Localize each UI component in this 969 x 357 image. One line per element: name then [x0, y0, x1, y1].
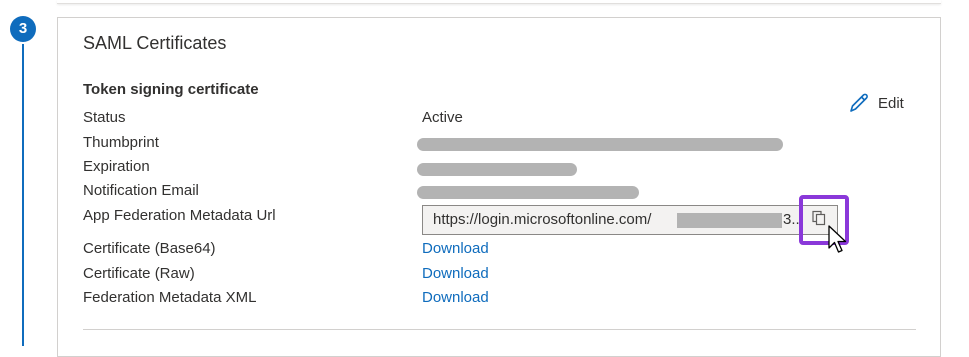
- pencil-icon: [848, 92, 870, 114]
- edit-label: Edit: [878, 94, 904, 112]
- federation-metadata-xml-label: Federation Metadata XML: [83, 289, 257, 306]
- previous-card-edge: [57, 0, 941, 4]
- metadata-url-redacted: [677, 213, 782, 228]
- metadata-url-label: App Federation Metadata Url: [83, 207, 276, 224]
- thumbprint-label: Thumbprint: [83, 134, 159, 151]
- expiration-value-redacted: [417, 163, 577, 176]
- certificate-base64-label: Certificate (Base64): [83, 240, 216, 257]
- card-title: SAML Certificates: [83, 33, 227, 53]
- section-divider: [83, 329, 916, 330]
- status-value: Active: [422, 109, 463, 126]
- expiration-label: Expiration: [83, 158, 150, 175]
- thumbprint-value-redacted: [417, 138, 783, 151]
- section-heading: Token signing certificate: [83, 81, 259, 98]
- certificate-raw-label: Certificate (Raw): [83, 265, 195, 282]
- metadata-url-text: https://login.microsoftonline.com/: [433, 211, 652, 228]
- edit-button[interactable]: Edit: [848, 91, 904, 115]
- notification-email-label: Notification Email: [83, 182, 199, 199]
- certificate-base64-download-link[interactable]: Download: [422, 240, 489, 257]
- metadata-url-tail: 3..: [783, 211, 800, 228]
- mouse-pointer-icon: [828, 225, 848, 260]
- copy-icon: [811, 210, 827, 231]
- certificate-raw-download-link[interactable]: Download: [422, 265, 489, 282]
- saml-certificates-card: SAML Certificates Token signing certific…: [57, 17, 941, 357]
- federation-metadata-xml-download-link[interactable]: Download: [422, 289, 489, 306]
- step-number-badge: 3: [10, 16, 36, 42]
- status-label: Status: [83, 109, 126, 126]
- notification-email-value-redacted: [417, 186, 639, 199]
- metadata-url-field[interactable]: https://login.microsoftonline.com/ 3..: [422, 205, 800, 235]
- step-connector-line: [22, 44, 24, 346]
